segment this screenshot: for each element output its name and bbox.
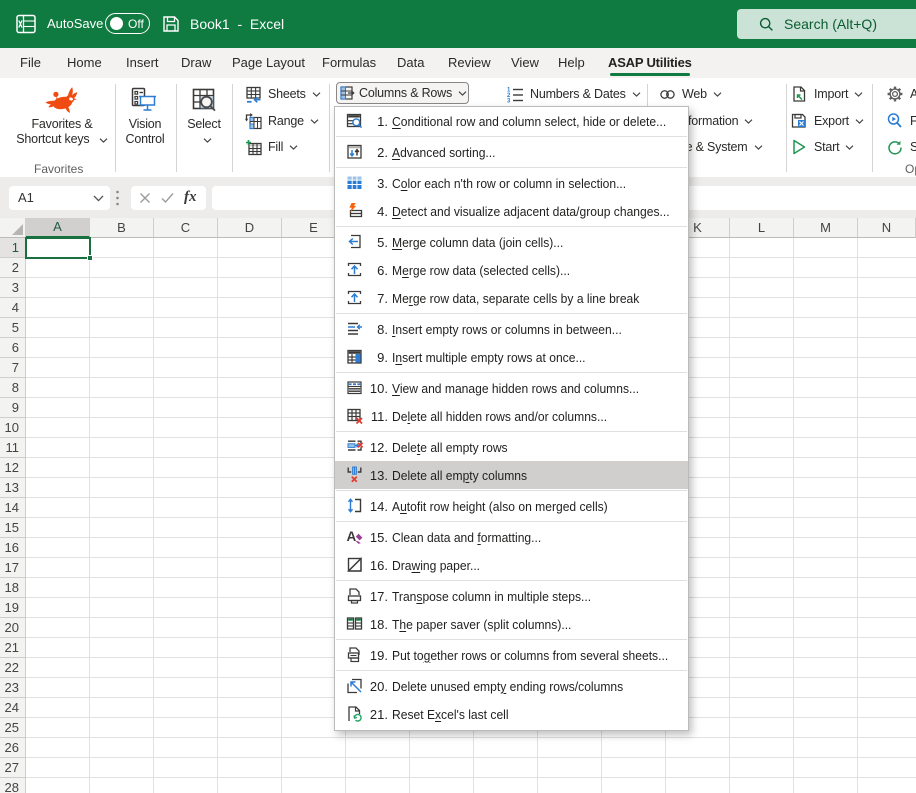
svg-text:A: A	[347, 529, 357, 544]
svg-text:3: 3	[507, 98, 511, 103]
